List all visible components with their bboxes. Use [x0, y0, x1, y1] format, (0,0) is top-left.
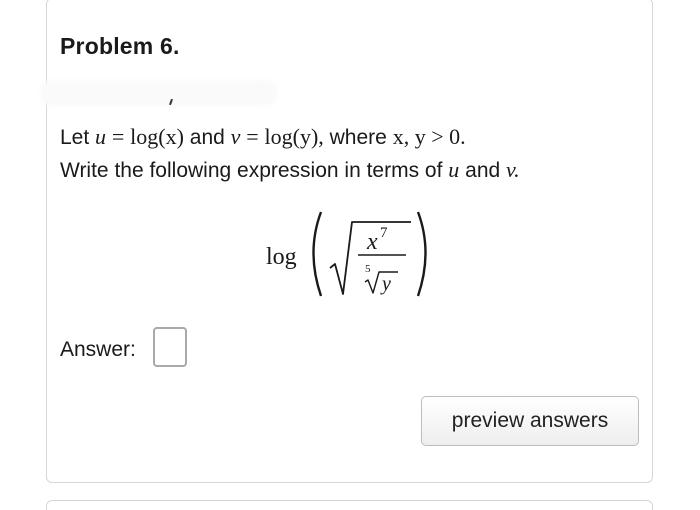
and-text: and	[189, 126, 225, 149]
left-parenthesis	[312, 211, 323, 297]
domain-condition: x, y > 0.	[392, 124, 466, 149]
expression-graphic: log x 7 5 y	[266, 211, 427, 297]
var-v: v.	[506, 157, 520, 182]
log-function: log	[266, 244, 297, 270]
problem-title: Problem 6.	[60, 33, 180, 59]
equals-sign: =	[246, 124, 259, 149]
log-y: log(y),	[264, 124, 324, 149]
root-index: 5	[365, 263, 371, 275]
page: Problem 6. Let u = log(x) and v = log(y)…	[0, 0, 700, 510]
equals-sign: =	[111, 124, 125, 149]
where-text: where	[329, 126, 387, 149]
answer-input[interactable]	[153, 327, 187, 367]
answer-label: Answer:	[60, 338, 136, 361]
instruction-text: Write the following expression in terms …	[60, 159, 443, 182]
var-v: v	[230, 124, 241, 149]
numerator-base: x	[366, 229, 378, 255]
var-u: u	[95, 124, 107, 149]
math-expression: log x 7 5 y	[266, 206, 436, 306]
right-parenthesis	[416, 211, 427, 297]
and-text: and	[465, 159, 501, 182]
let-text: Let	[60, 126, 90, 149]
denominator-var: y	[380, 273, 391, 295]
preview-answers-button[interactable]: preview answers	[421, 396, 639, 446]
next-problem-card	[46, 500, 653, 510]
problem-statement-line-1: Let u = log(x) and v = log(y), where x, …	[60, 124, 466, 150]
log-x: log(x)	[130, 124, 184, 149]
redacted-region	[40, 80, 278, 106]
numerator-exponent: 7	[380, 225, 388, 241]
var-u: u	[448, 157, 460, 182]
problem-statement-line-2: Write the following expression in terms …	[60, 157, 520, 183]
